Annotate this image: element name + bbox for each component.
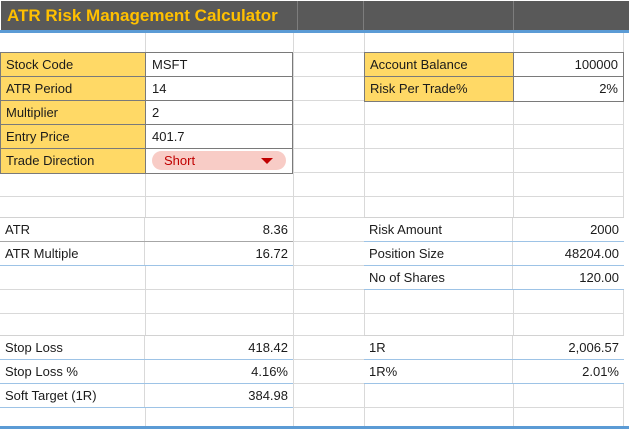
header-gridline [297,1,298,30]
cell-1r-value: 2,006.57 [568,340,619,355]
cell-1r-pct-value: 2.01% [582,364,619,379]
table-row: Stop Loss % 4.16% [0,360,293,384]
cell-1r-label: 1R [364,336,513,359]
table-row: Trade Direction Short [1,149,292,173]
table-row: ATR 8.36 [0,218,293,242]
header-gridline [363,1,364,30]
table-row: ATR Multiple 16.72 [0,242,293,266]
cell-atr-period-label: ATR Period [1,77,146,100]
cell-trade-direction-label: Trade Direction [1,149,146,173]
table-row: 1R 2,006.57 [364,336,624,360]
table-row: Position Size 48204.00 [364,242,624,266]
cell-risk-amount-label: Risk Amount [364,218,513,241]
cell-stop-loss-pct-label: Stop Loss % [0,360,145,383]
cell-soft-target-value: 384.98 [248,388,288,403]
table-row: Stock Code MSFT [1,53,292,77]
cell-stop-loss-value: 418.42 [248,340,288,355]
atr-output-block: ATR 8.36 ATR Multiple 16.72 [0,217,293,266]
cell-soft-target-label: Soft Target (1R) [0,384,145,407]
title-bar: ATR Risk Management Calculator [1,1,629,30]
cell-1r-pct-label: 1R% [364,360,513,383]
cell-entry-price-label: Entry Price [1,125,146,148]
cell-risk-per-trade-label: Risk Per Trade% [365,77,514,101]
cell-multiplier-value[interactable]: 2 [146,101,292,124]
cell-no-of-shares-label: No of Shares [364,266,513,289]
header-accent-line [0,30,629,33]
table-row: Entry Price 401.7 [1,125,292,149]
table-row: Risk Amount 2000 [364,218,624,242]
cell-entry-price-value[interactable]: 401.7 [146,125,292,148]
table-row: Stop Loss 418.42 [0,336,293,360]
cell-risk-amount-value: 2000 [590,222,619,237]
cell-atr-multiple-value: 16.72 [255,246,288,261]
page-title: ATR Risk Management Calculator [7,6,278,25]
table-row: Soft Target (1R) 384.98 [0,384,293,408]
cell-position-size-value: 48204.00 [564,246,619,261]
cell-position-size-label: Position Size [364,242,513,265]
one-r-output-block: 1R 2,006.57 1R% 2.01% [364,335,624,384]
cell-no-of-shares-value: 120.00 [579,270,619,285]
cell-account-balance-label: Account Balance [365,53,514,76]
table-row: Multiplier 2 [1,101,292,125]
input-block-left: Stock Code MSFT ATR Period 14 Multiplier… [0,52,293,174]
cell-atr-value: 8.36 [262,222,288,237]
cell-stop-loss-label: Stop Loss [0,336,145,359]
trade-direction-pill[interactable]: Short [152,151,286,170]
stop-loss-output-block: Stop Loss 418.42 Stop Loss % 4.16% Soft … [0,335,293,408]
triangle-down-icon [261,158,273,164]
position-output-block: Risk Amount 2000 Position Size 48204.00 … [364,217,624,290]
spreadsheet: ATR Risk Management Calculator Stock Cod… [0,0,629,429]
cell-multiplier-label: Multiplier [1,101,146,124]
cell-atr-period-value[interactable]: 14 [146,77,292,100]
header-gridline [513,1,514,30]
cell-stop-loss-pct-value: 4.16% [251,364,288,379]
cell-risk-per-trade-value[interactable]: 2% [514,77,623,101]
cell-atr-label: ATR [0,218,145,241]
cell-atr-multiple-label: ATR Multiple [0,242,145,265]
table-row: Account Balance 100000 [365,53,623,77]
table-row: ATR Period 14 [1,77,292,101]
input-block-right: Account Balance 100000 Risk Per Trade% 2… [364,52,624,102]
cell-account-balance-value[interactable]: 100000 [514,53,623,76]
table-row: No of Shares 120.00 [364,266,624,290]
table-row: Risk Per Trade% 2% [365,77,623,101]
cell-stock-code-label: Stock Code [1,53,146,76]
trade-direction-dropdown[interactable]: Short [146,149,292,173]
table-row: 1R% 2.01% [364,360,624,384]
cell-stock-code-value[interactable]: MSFT [146,53,292,76]
